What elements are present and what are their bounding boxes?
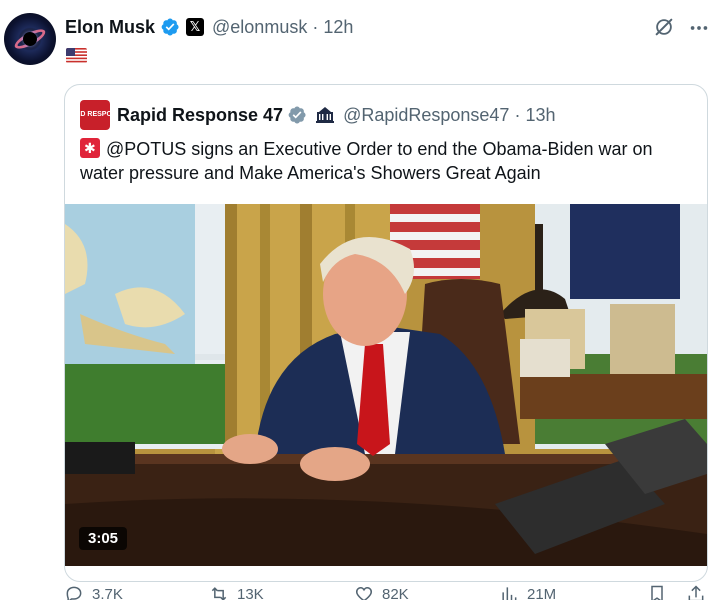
views-button[interactable]: 21M bbox=[499, 584, 556, 600]
author-handle[interactable]: @elonmusk bbox=[212, 17, 307, 38]
post-header: Elon Musk 𝕏 @elonmusk · 12h bbox=[65, 14, 353, 40]
view-count: 21M bbox=[527, 585, 557, 600]
share-icon bbox=[688, 585, 704, 600]
white-house-icon bbox=[316, 107, 335, 123]
like-button[interactable]: 82K bbox=[354, 584, 409, 600]
share-button[interactable] bbox=[686, 584, 714, 600]
header-separator: · bbox=[312, 16, 319, 37]
quoted-author-name[interactable]: Rapid Response 47 bbox=[117, 105, 283, 126]
bookmark-icon bbox=[651, 585, 663, 600]
heart-icon bbox=[355, 586, 373, 600]
x-logo-icon: 𝕏 bbox=[186, 18, 205, 36]
video-player[interactable]: 3:05 bbox=[65, 204, 707, 566]
post-actions-bar: 3.7K 13K 82K 21M bbox=[64, 582, 720, 600]
like-count: 82K bbox=[382, 585, 409, 600]
quoted-header-separator: · bbox=[514, 104, 521, 125]
grok-icon[interactable] bbox=[653, 16, 675, 38]
bookmark-button[interactable] bbox=[647, 584, 675, 600]
quoted-author-handle[interactable]: @RapidResponse47 bbox=[343, 105, 509, 126]
video-duration: 3:05 bbox=[79, 527, 128, 550]
quoted-post-header: RAPID RESPONSE Rapid Response 47 @RapidR… bbox=[65, 100, 556, 130]
verified-badge-icon[interactable] bbox=[160, 17, 180, 37]
repost-icon bbox=[211, 587, 227, 600]
video-thumbnail bbox=[65, 204, 707, 566]
views-icon bbox=[502, 587, 517, 600]
reply-button[interactable]: 3.7K bbox=[64, 584, 123, 600]
more-options-icon[interactable] bbox=[688, 17, 710, 39]
post-time[interactable]: 12h bbox=[323, 17, 353, 38]
repost-button[interactable]: 13K bbox=[209, 584, 264, 600]
gov-verified-badge-icon[interactable] bbox=[287, 105, 307, 125]
quoted-author-avatar[interactable]: RAPID RESPONSE bbox=[65, 100, 126, 130]
quoted-post-time[interactable]: 13h bbox=[525, 105, 555, 126]
quoted-post-text: @POTUS signs an Executive Order to end t… bbox=[80, 139, 653, 183]
repost-count: 13K bbox=[237, 585, 264, 600]
quoted-post-text-container: @POTUS signs an Executive Order to end t… bbox=[80, 137, 695, 185]
reply-count: 3.7K bbox=[92, 585, 123, 600]
quoted-post-card[interactable]: RAPID RESPONSE Rapid Response 47 @RapidR… bbox=[64, 84, 708, 582]
author-name[interactable]: Elon Musk bbox=[65, 17, 155, 38]
avatar-core bbox=[23, 32, 37, 46]
siren-emoji-icon bbox=[80, 138, 100, 158]
us-flag-icon bbox=[66, 48, 87, 63]
reply-icon bbox=[66, 586, 82, 600]
author-avatar[interactable] bbox=[4, 13, 56, 65]
